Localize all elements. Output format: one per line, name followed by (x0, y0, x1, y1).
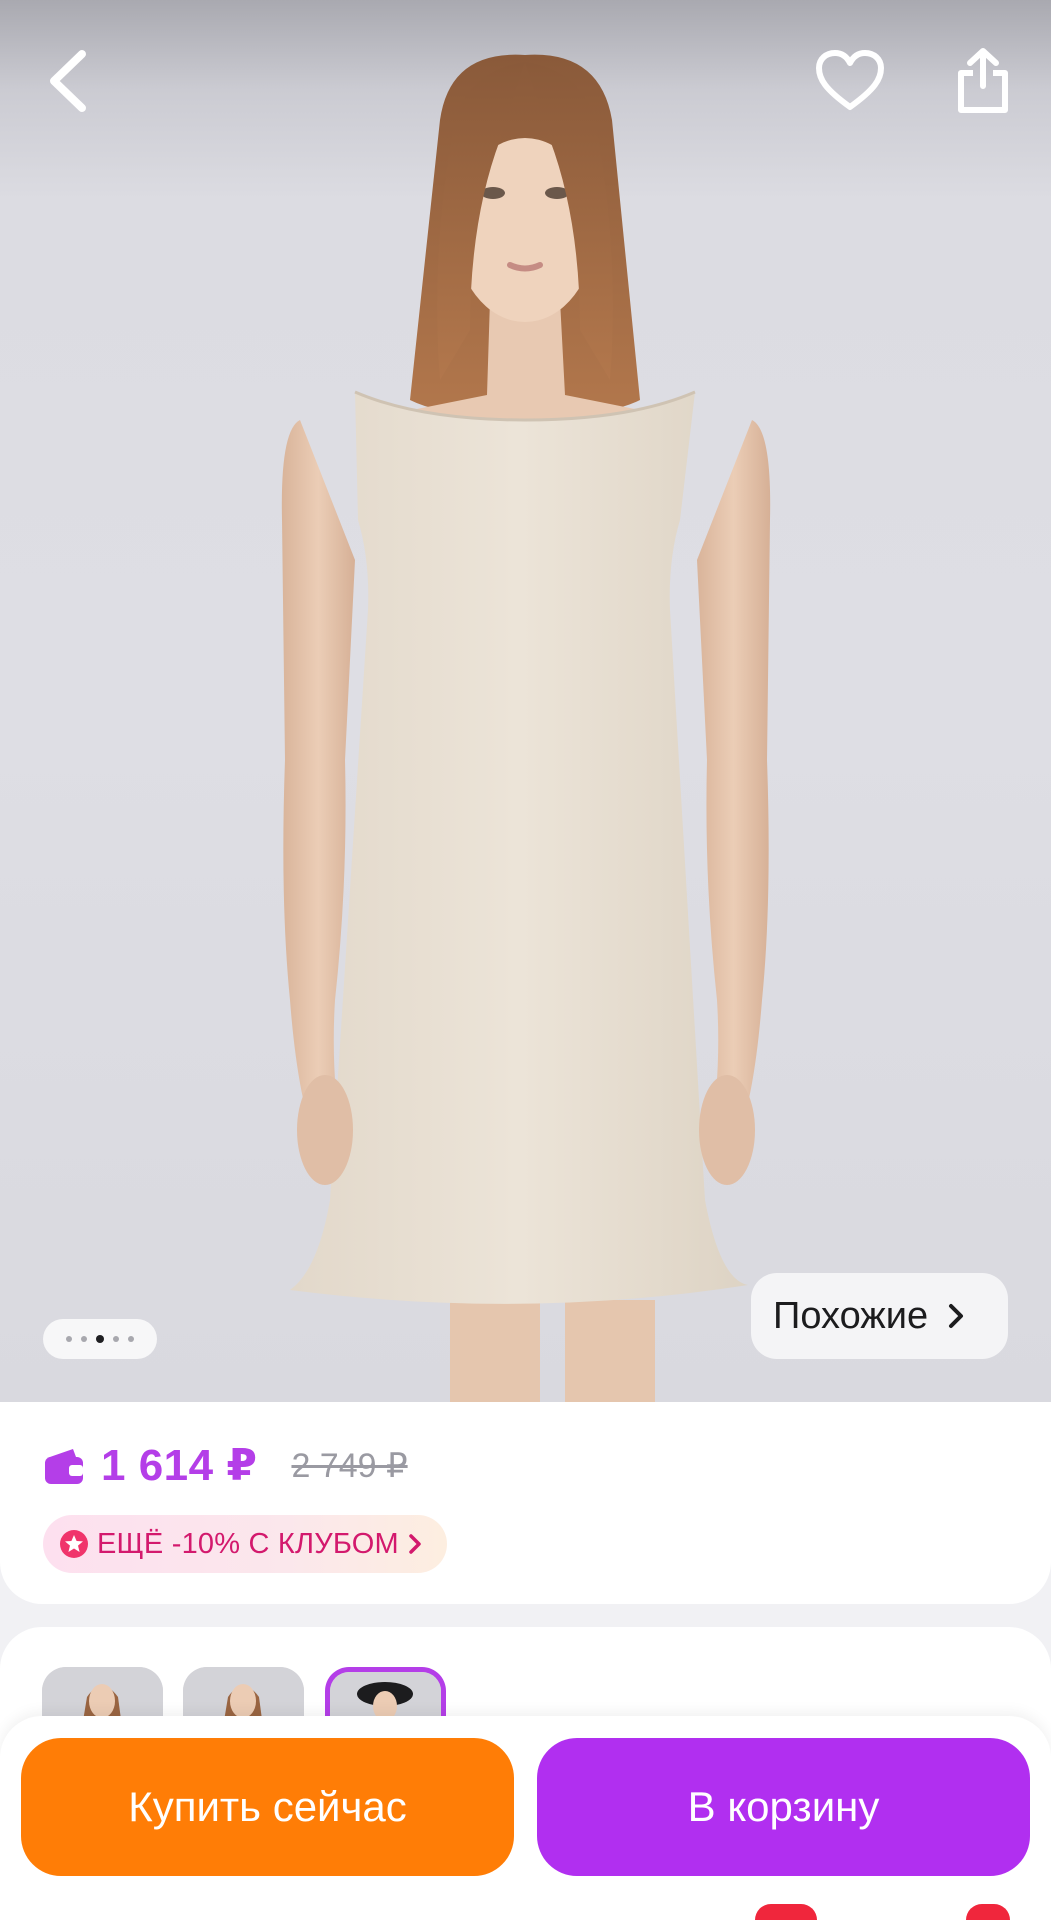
gallery-dot-active (96, 1335, 104, 1343)
product-photo (281, 54, 771, 1402)
tab-badge (755, 1904, 817, 1920)
buy-now-button[interactable]: Купить сейчас (21, 1738, 514, 1876)
back-button[interactable] (22, 36, 112, 126)
gallery-pagination (43, 1319, 157, 1359)
club-discount-label: ЕЩЁ -10% С КЛУБОМ (97, 1527, 399, 1560)
product-photo-gallery[interactable]: Похожие (0, 0, 1051, 1402)
add-to-cart-button[interactable]: В корзину (537, 1738, 1030, 1876)
club-discount-badge[interactable]: ЕЩЁ -10% С КЛУБОМ (43, 1515, 447, 1573)
product-page: Похожие 1 614 ₽ 2 749 ₽ ЕЩЁ -10% С КЛУБО… (0, 0, 1051, 1920)
star-badge-icon (60, 1530, 88, 1558)
chevron-right-icon (409, 1534, 421, 1554)
gallery-dot (113, 1336, 119, 1342)
share-button[interactable] (938, 36, 1028, 126)
similar-label: Похожие (773, 1294, 929, 1337)
tab-badge (966, 1904, 1010, 1920)
similar-products-button[interactable]: Похожие (751, 1273, 1008, 1359)
gallery-dot (128, 1336, 134, 1342)
price-card: 1 614 ₽ 2 749 ₽ ЕЩЁ -10% С КЛУБОМ (0, 1402, 1051, 1604)
gallery-dot (81, 1336, 87, 1342)
share-icon (958, 48, 1008, 113)
gallery-dot (66, 1336, 72, 1342)
chevron-right-icon (949, 1304, 964, 1328)
chevron-left-icon (50, 50, 86, 112)
old-price: 2 749 ₽ (291, 1446, 408, 1485)
heart-outline-icon (816, 50, 884, 110)
price-row: 1 614 ₽ 2 749 ₽ (43, 1440, 408, 1491)
favorite-button[interactable] (805, 36, 895, 126)
current-price: 1 614 ₽ (101, 1441, 258, 1490)
wallet-icon (45, 1448, 83, 1484)
